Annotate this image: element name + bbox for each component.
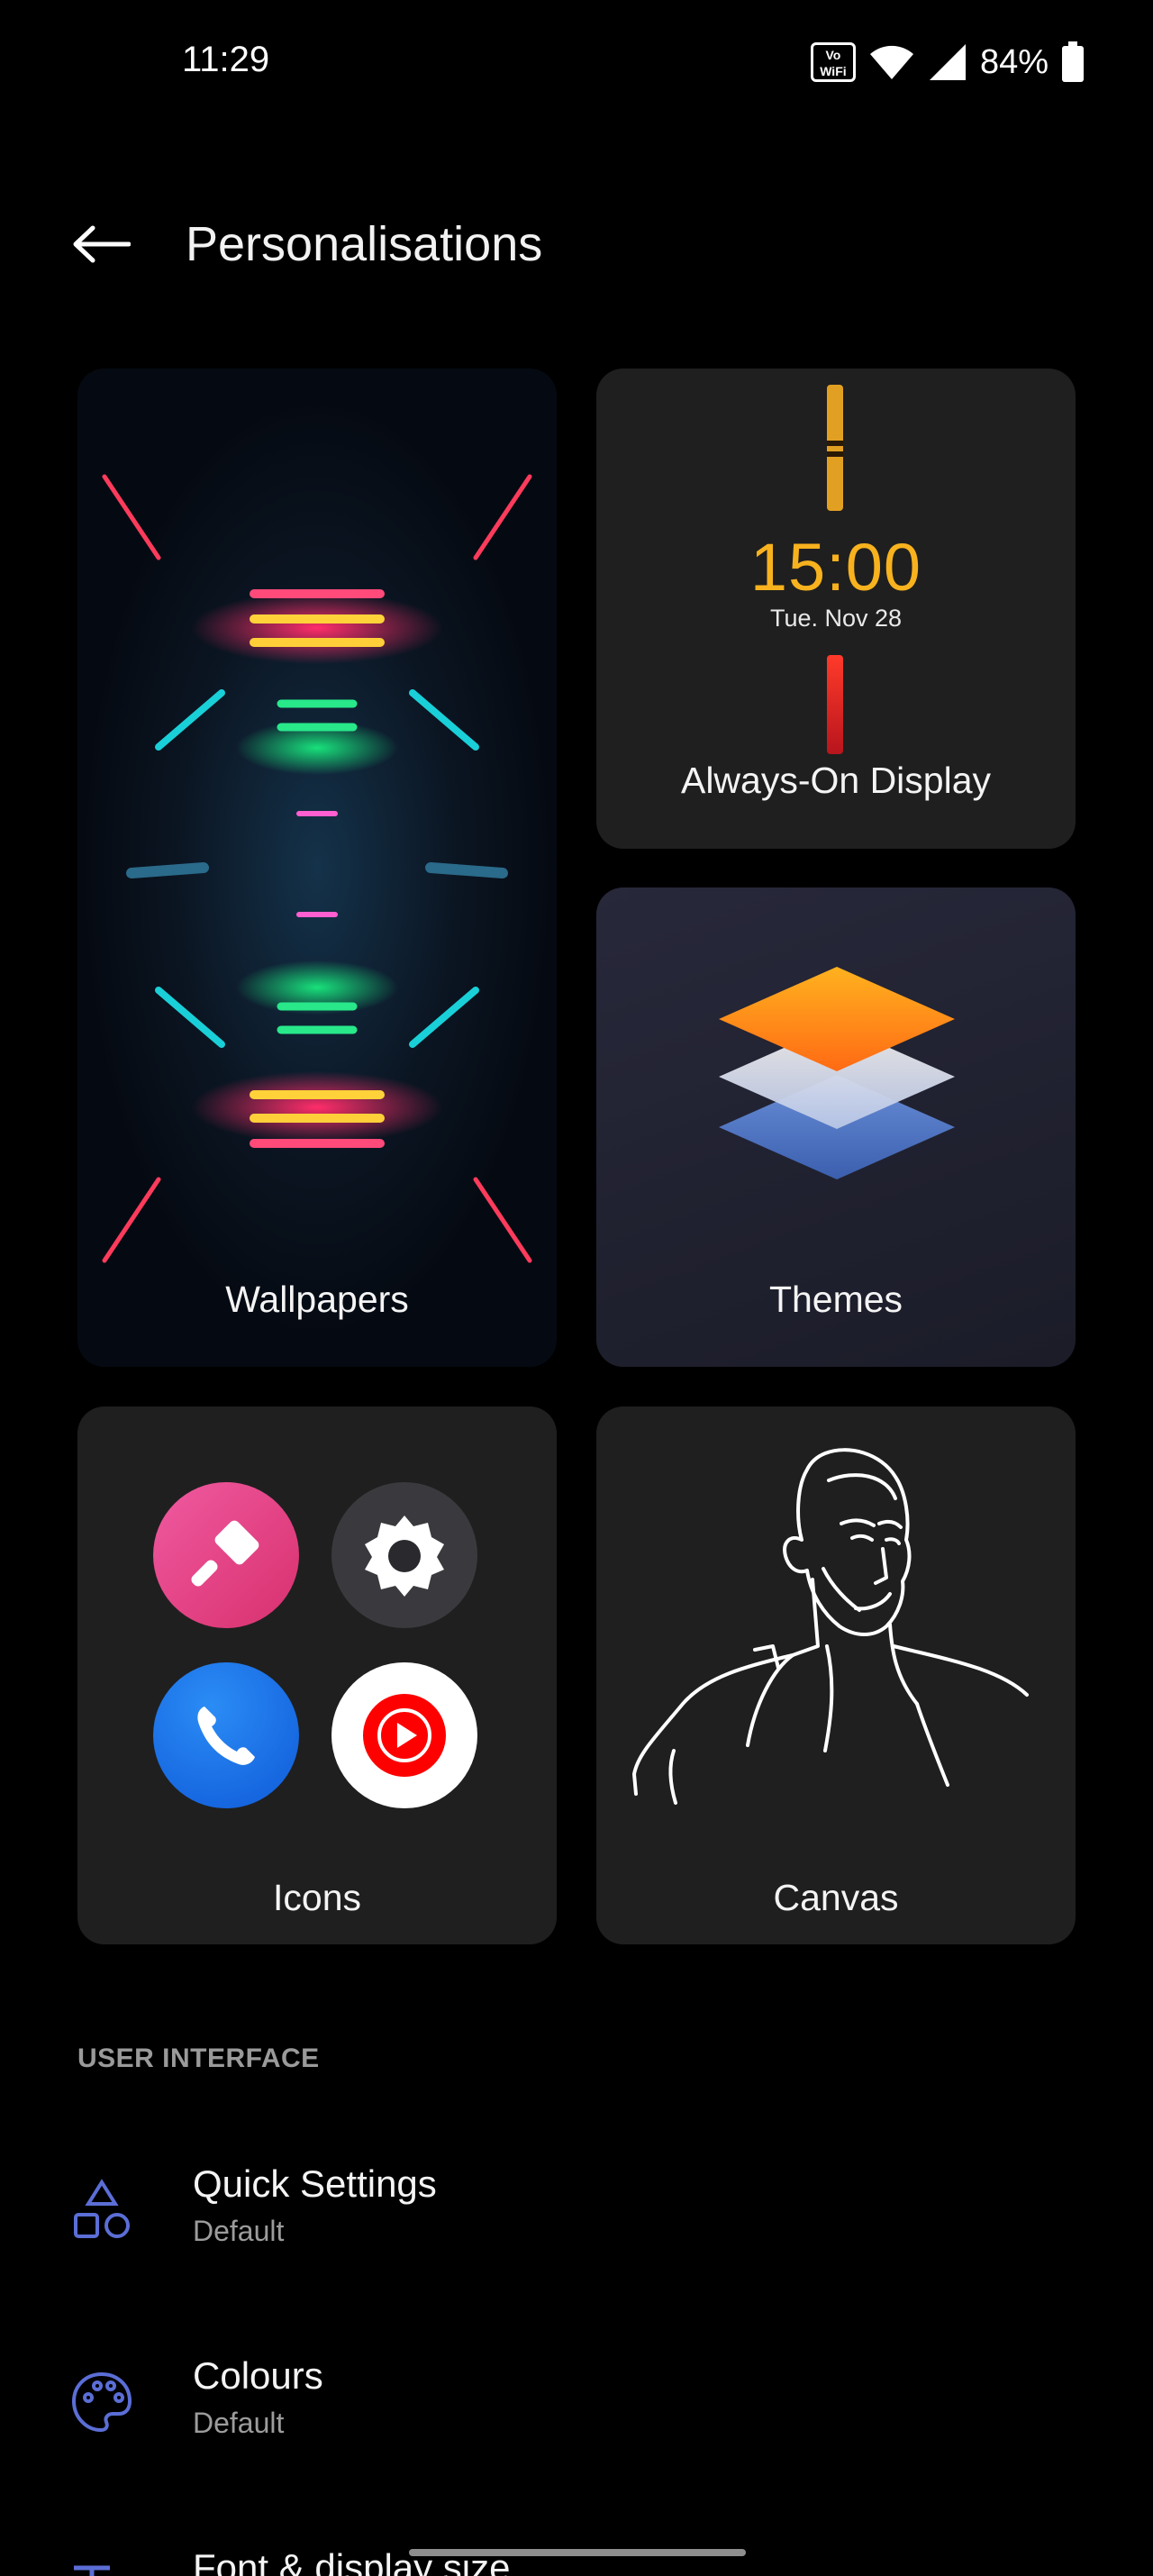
list-item-quick-settings[interactable]: Quick Settings Default — [0, 2135, 1153, 2307]
volte-wifi-icon: Vo WiFi — [810, 42, 856, 82]
font-size-icon — [74, 2565, 110, 2576]
phone-icon — [153, 1662, 299, 1808]
back-button[interactable] — [65, 213, 137, 276]
canvas-tile[interactable]: Canvas — [596, 1406, 1076, 1944]
battery-icon — [1062, 41, 1084, 82]
themes-tile[interactable]: Themes — [596, 887, 1076, 1367]
battery-percent: 84% — [979, 42, 1049, 81]
aod-date: Tue. Nov 28 — [769, 605, 903, 632]
settings-icon — [331, 1482, 477, 1628]
themes-label: Themes — [768, 1279, 903, 1320]
icons-label: Icons — [273, 1877, 361, 1918]
aod-upper-bar-icon — [827, 385, 843, 511]
always-on-display-tile[interactable]: 15:00 Tue. Nov 28 Always-On Display — [596, 369, 1076, 849]
icons-tile[interactable]: Icons — [77, 1406, 557, 1944]
page-title: Personalisations — [186, 217, 543, 271]
list-item-subtitle: Default — [193, 2407, 285, 2439]
aod-label: Always-On Display — [680, 760, 992, 801]
youtube-music-icon — [331, 1662, 477, 1808]
section-header-user-interface: USER INTERFACE — [77, 2044, 320, 2073]
home-indicator[interactable] — [409, 2549, 746, 2556]
layers-icon — [719, 967, 955, 1179]
wallpapers-label: Wallpapers — [225, 1279, 409, 1320]
list-item-font-display-size[interactable]: Font & display size — [0, 2519, 1153, 2576]
palette-icon — [71, 2371, 132, 2433]
cellular-signal-icon — [929, 44, 966, 80]
wallpapers-tile[interactable]: Wallpapers — [77, 369, 557, 1367]
canvas-label: Canvas — [773, 1877, 899, 1918]
list-item-colours[interactable]: Colours Default — [0, 2327, 1153, 2499]
shapes-icon — [74, 2179, 130, 2238]
aod-clock: 15:00 — [749, 530, 922, 605]
wifi-icon — [869, 45, 913, 79]
list-item-subtitle: Default — [193, 2215, 285, 2247]
brush-icon — [153, 1482, 299, 1628]
status-icons: Vo WiFi 84% — [810, 40, 1085, 85]
status-time: 11:29 — [182, 40, 270, 79]
list-item-title: Colours — [193, 2354, 323, 2397]
wallpaper-preview-image — [102, 474, 532, 1263]
aod-lower-bar-icon — [827, 655, 843, 754]
back-arrow-icon — [73, 225, 131, 263]
list-item-title: Quick Settings — [193, 2162, 437, 2205]
portrait-line-art-icon — [632, 1448, 1029, 1805]
